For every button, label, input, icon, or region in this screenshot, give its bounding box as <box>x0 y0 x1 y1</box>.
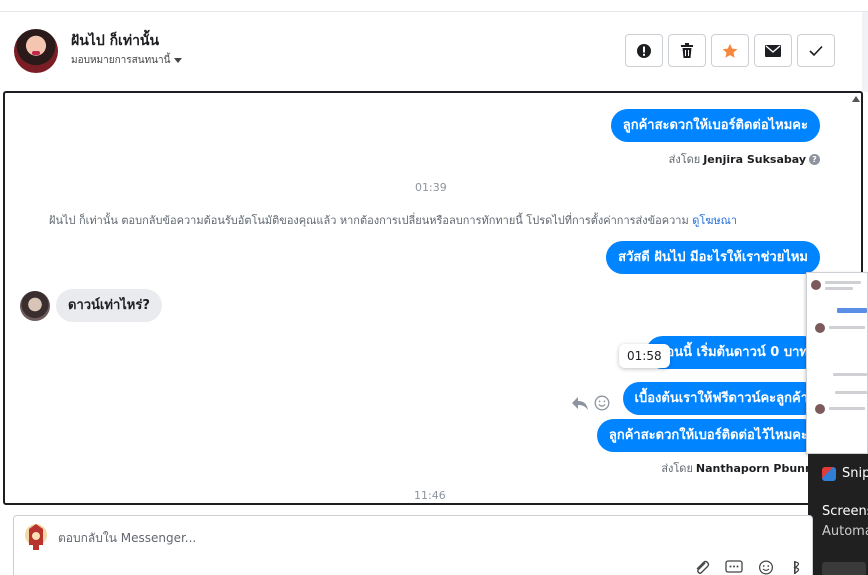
top-strip <box>0 0 868 12</box>
sent-by-label: ส่งโดย Jenjira Suksabay ? <box>669 150 820 168</box>
timestamp: 01:39 <box>415 181 447 194</box>
snip-app-icon <box>822 466 836 481</box>
reply-input[interactable] <box>58 529 658 547</box>
system-message: ฝันไป ก็เท่านั้น ตอบกลับข้อความต้อนรับอั… <box>49 211 737 229</box>
sent-by-prefix: ส่งโดย <box>661 462 693 475</box>
star-icon <box>722 43 738 58</box>
check-icon <box>809 45 823 56</box>
assign-label: มอบหมายการสนทนานี้ <box>71 55 171 66</box>
thumbnail-bubble <box>837 308 867 313</box>
paperclip-icon[interactable] <box>694 560 710 575</box>
thumbnail-avatar <box>811 280 821 290</box>
thumbnail-avatar <box>815 323 825 333</box>
snip-title: Snip <box>822 466 868 481</box>
mark-spam-button[interactable] <box>625 34 663 67</box>
time-tooltip: 01:58 <box>619 344 670 368</box>
thumbnail-line <box>829 326 865 329</box>
thumbnail-line <box>825 287 853 290</box>
notification-body: Automa <box>822 524 868 539</box>
notification-action[interactable] <box>822 562 866 575</box>
sent-by-label: ส่งโดย Nanthaporn Pbunny <box>661 459 820 477</box>
emoji-icon[interactable] <box>758 560 774 575</box>
help-icon[interactable]: ? <box>809 153 820 165</box>
view-ad-link[interactable]: ดูโฆษณา <box>692 214 737 227</box>
outgoing-message[interactable]: สวัสดี ฝันไป มีอะไรให้เราช่วยไหม <box>606 241 820 274</box>
right-edge <box>862 12 868 92</box>
sender-name: Nanthaporn Pbunny <box>695 461 820 475</box>
snip-label: Snip <box>842 466 868 481</box>
mark-unread-button[interactable] <box>754 34 792 67</box>
contact-name[interactable]: ฝันไป ก็เท่านั้น <box>71 30 159 52</box>
snip-notification[interactable]: Snip Screens Automa <box>808 454 868 575</box>
contact-avatar[interactable] <box>14 29 58 73</box>
sent-by-prefix: ส่งโดย <box>668 153 701 166</box>
delete-button[interactable] <box>668 34 706 67</box>
outgoing-message[interactable]: เบื้องต้นเราให้ฟรีดาวน์คะลูกค้า <box>622 382 820 415</box>
customer-avatar[interactable] <box>20 291 50 321</box>
outgoing-message[interactable]: ตอนนี้ เริ่มต้นดาวน์ 0 บาท <box>645 336 820 369</box>
assign-dropdown[interactable]: มอบหมายการสนทนานี้ <box>71 53 183 68</box>
reply-arrow-icon[interactable] <box>571 395 589 411</box>
incoming-message[interactable]: ดาวน์เท่าไหร่? <box>56 289 162 322</box>
thumbnail-line <box>825 281 861 284</box>
mark-done-button[interactable] <box>797 34 835 67</box>
star-button[interactable] <box>711 34 749 67</box>
more-tools-icon[interactable] <box>792 560 804 575</box>
outgoing-message[interactable]: ลูกค้าสะดวกให้เบอร์ติดต่อไว้ไหมคะ <box>596 419 820 452</box>
thumbnail-avatar <box>815 404 825 414</box>
trash-icon <box>681 42 693 58</box>
alert-icon <box>637 43 651 58</box>
timestamp: 11:46 <box>414 489 446 502</box>
system-message-text: ฝันไป ก็เท่านั้น ตอบกลับข้อความต้อนรับอั… <box>49 214 689 227</box>
chevron-down-icon <box>174 58 183 63</box>
thumbnail-line <box>835 391 867 394</box>
page-avatar <box>25 524 47 550</box>
saved-replies-icon[interactable] <box>725 560 743 575</box>
avatar-detail <box>32 51 40 55</box>
sender-name: Jenjira Suksabay <box>703 152 806 166</box>
scroll-up-arrow[interactable] <box>852 96 860 102</box>
outgoing-message[interactable]: ลูกค้าสะดวกให้เบอร์ติดต่อไหมคะ <box>610 109 820 142</box>
thumbnail-line <box>833 373 867 376</box>
conversation-panel[interactable]: ลูกค้าสะดวกให้เบอร์ติดต่อไหมคะ ส่งโดย Je… <box>3 91 863 505</box>
thumbnail-line <box>829 407 865 410</box>
screenshot-thumbnail[interactable] <box>806 272 868 454</box>
notification-title: Screens <box>822 504 868 519</box>
emoji-reaction-icon[interactable] <box>594 395 610 411</box>
mail-icon <box>765 44 781 57</box>
